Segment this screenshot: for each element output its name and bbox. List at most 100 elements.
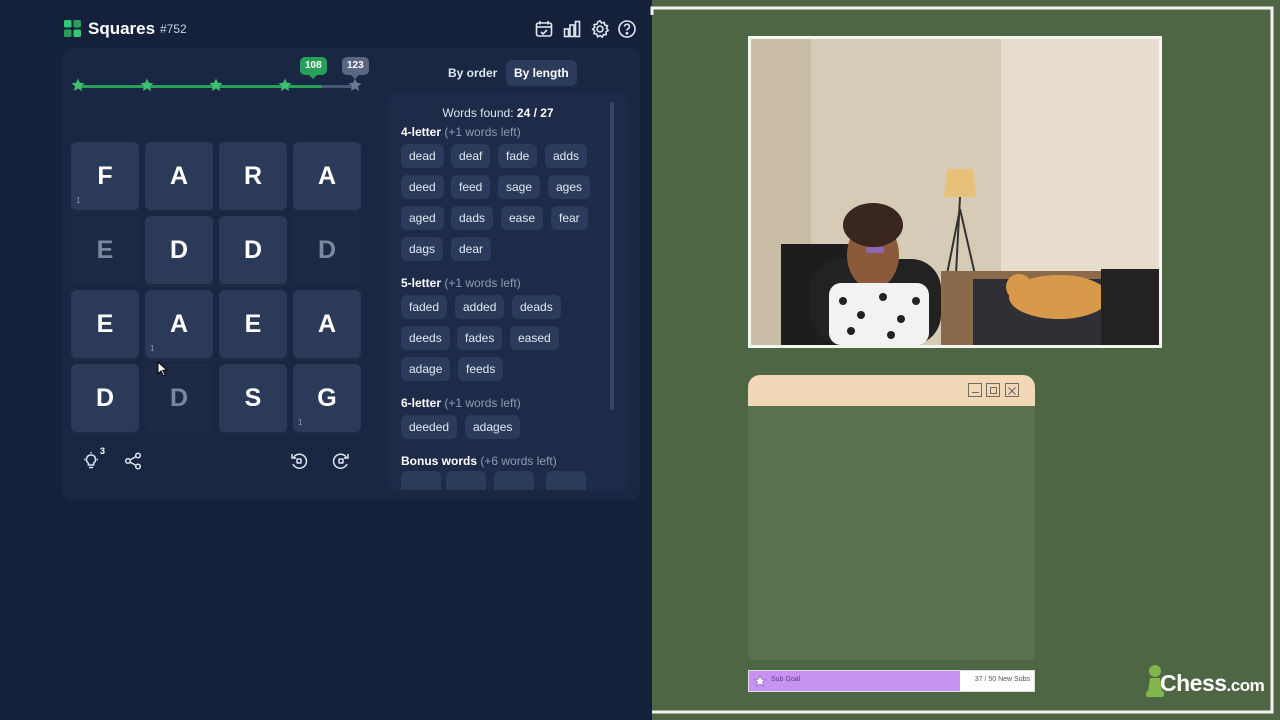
tile-usage-count: 1 xyxy=(76,196,81,205)
brand-suffix: .com xyxy=(1226,676,1265,695)
found-word-chip[interactable]: adds xyxy=(545,144,588,168)
tile-letter: R xyxy=(243,161,263,190)
star-icon xyxy=(754,675,766,687)
found-word-chip[interactable]: adage xyxy=(401,357,451,381)
word-list-scrollbar[interactable] xyxy=(610,102,614,410)
tile-letter: G xyxy=(317,383,337,412)
rotate-right-button[interactable] xyxy=(326,446,356,476)
letter-tile[interactable]: D xyxy=(145,364,213,432)
found-word-chip[interactable]: dead xyxy=(401,144,444,168)
letter-tile[interactable]: S xyxy=(219,364,287,432)
brand-name: Chess xyxy=(1160,670,1227,696)
words-left-note: (+1 words left) xyxy=(444,396,521,410)
found-word-chip[interactable]: ages xyxy=(548,175,591,199)
bonus-word-chip[interactable] xyxy=(546,471,586,490)
minimize-icon[interactable] xyxy=(968,383,982,397)
found-word-chip[interactable]: eased xyxy=(510,326,559,350)
tile-letter: F xyxy=(97,161,113,190)
found-word-chip[interactable]: deeds xyxy=(401,326,450,350)
tile-letter: S xyxy=(244,383,262,412)
letter-tile[interactable]: D xyxy=(71,364,139,432)
letter-tile[interactable]: A1 xyxy=(145,290,213,358)
found-word-chip[interactable]: dear xyxy=(451,237,492,261)
found-word-chip[interactable]: fade xyxy=(498,144,538,168)
close-icon[interactable] xyxy=(1005,383,1019,397)
found-word-chip[interactable]: sage xyxy=(498,175,541,199)
letter-tile[interactable]: F1 xyxy=(71,142,139,210)
found-word-chip[interactable]: adages xyxy=(465,415,521,439)
letter-tile[interactable]: A xyxy=(293,290,361,358)
tile-letter: E xyxy=(244,309,262,338)
letter-tile[interactable]: A xyxy=(145,142,213,210)
settings-icon[interactable] xyxy=(589,18,611,40)
help-icon[interactable] xyxy=(616,18,638,40)
bonus-word-chip[interactable] xyxy=(494,471,534,490)
tile-letter: D xyxy=(243,235,263,264)
top-bar: Squares #752 xyxy=(0,14,652,46)
found-word-chip[interactable]: faded xyxy=(401,295,448,319)
overlay-window-titlebar xyxy=(748,375,1035,406)
rotate-right-icon xyxy=(332,453,349,469)
share-button[interactable] xyxy=(118,446,148,476)
letter-tile[interactable]: R xyxy=(219,142,287,210)
letter-tile[interactable]: D xyxy=(145,216,213,284)
maximize-icon[interactable] xyxy=(986,383,1000,397)
milestone-star-icon xyxy=(140,78,154,91)
sub-goal-bar: Sub Goal 37 / 50 New Subs xyxy=(748,670,1035,692)
words-left-note: (+6 words left) xyxy=(480,454,557,468)
word-group-title: Bonus words (+6 words left) xyxy=(401,454,557,468)
found-word-chip[interactable]: dads xyxy=(451,206,494,230)
current-score-badge: 108 xyxy=(300,57,327,79)
letter-tile[interactable]: A xyxy=(293,142,361,210)
letter-tile[interactable]: D xyxy=(219,216,287,284)
tile-letter: D xyxy=(95,383,115,412)
sub-goal-count: 37 / 50 New Subs xyxy=(974,676,1030,683)
found-word-chip[interactable]: deads xyxy=(512,295,561,319)
found-word-chip[interactable]: dags xyxy=(401,237,444,261)
milestone-star-icon xyxy=(71,78,85,91)
tile-letter: A xyxy=(317,161,337,190)
found-word-chip[interactable]: deed xyxy=(401,175,444,199)
lightbulb-icon xyxy=(84,452,98,469)
overlay-window xyxy=(748,375,1035,660)
sub-goal-label: Sub Goal xyxy=(771,676,801,683)
found-word-chip[interactable]: deeded xyxy=(401,415,458,439)
word-group-title: 5-letter (+1 words left) xyxy=(401,276,521,290)
rotate-left-button[interactable] xyxy=(284,446,314,476)
score-progress: 108 123 xyxy=(71,56,372,100)
rotate-left-icon xyxy=(291,453,308,469)
letter-tile[interactable]: E xyxy=(71,216,139,284)
tile-letter: D xyxy=(169,235,189,264)
hint-count-badge: 3 xyxy=(100,446,106,456)
found-word-chip[interactable]: aged xyxy=(401,206,444,230)
bonus-word-chip[interactable] xyxy=(401,471,441,490)
found-words-panel: Words found: 24 / 27 4-letter (+1 words … xyxy=(388,94,628,490)
word-group-title: 4-letter (+1 words left) xyxy=(401,125,521,139)
bonus-word-chip[interactable] xyxy=(446,471,486,490)
found-word-chip[interactable]: added xyxy=(455,295,505,319)
found-word-chip[interactable]: feed xyxy=(451,175,491,199)
found-word-chip[interactable]: fades xyxy=(457,326,503,350)
found-word-chip[interactable]: fear xyxy=(551,206,588,230)
milestone-star-icon xyxy=(209,78,223,91)
tile-letter: E xyxy=(96,309,114,338)
sort-by-length-tab[interactable]: By length xyxy=(506,60,577,86)
webcam-image xyxy=(751,39,1159,345)
word-group-title: 6-letter (+1 words left) xyxy=(401,396,521,410)
webcam-feed xyxy=(748,36,1162,348)
stats-icon[interactable] xyxy=(561,18,583,40)
sort-by-order-tab[interactable]: By order xyxy=(440,60,505,86)
tile-letter: D xyxy=(169,383,189,412)
final-star-icon xyxy=(348,78,362,91)
letter-tile[interactable]: E xyxy=(219,290,287,358)
letter-tile[interactable]: G1 xyxy=(293,364,361,432)
share-icon xyxy=(124,452,142,470)
tile-usage-count: 1 xyxy=(298,418,303,427)
found-word-chip[interactable]: ease xyxy=(501,206,544,230)
letter-tile[interactable]: E xyxy=(71,290,139,358)
found-word-chip[interactable]: feeds xyxy=(458,357,504,381)
calendar-icon[interactable] xyxy=(533,18,555,40)
found-word-chip[interactable]: deaf xyxy=(451,144,491,168)
letter-tile[interactable]: D xyxy=(293,216,361,284)
word-group-label: 6-letter xyxy=(401,396,442,410)
